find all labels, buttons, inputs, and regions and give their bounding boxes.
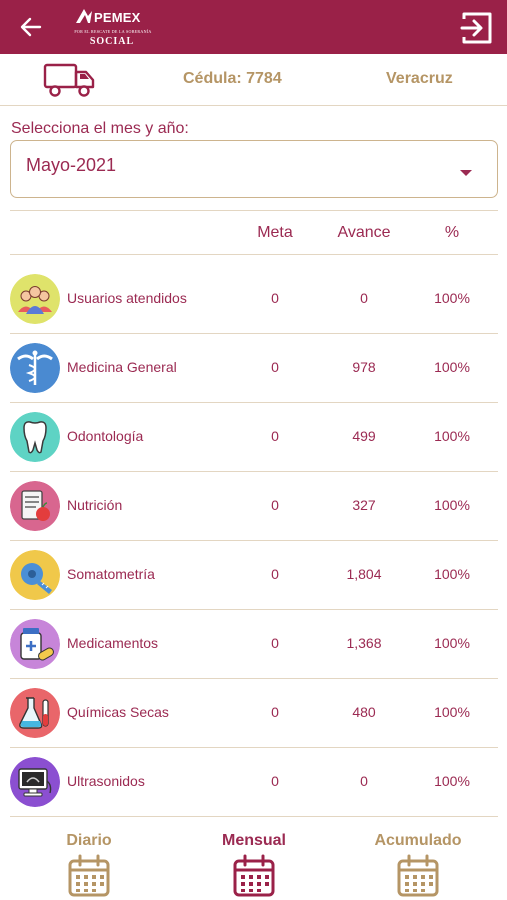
logout-button[interactable] (459, 10, 495, 46)
arrow-left-icon (20, 17, 42, 37)
avance-value: 327 (352, 497, 376, 513)
divider (10, 210, 498, 211)
tab-acumulado[interactable]: Acumulado (353, 832, 483, 898)
bottom-tab-bar: Diario Mensual Acumulado (0, 818, 507, 900)
logo-name: PEMEX (94, 10, 141, 25)
meta-value: 0 (271, 290, 279, 306)
calendar-icon (68, 854, 110, 897)
calendar-icon (397, 854, 439, 897)
month-year-dropdown[interactable]: Mayo-2021 (10, 140, 498, 198)
calendar-icon (233, 854, 275, 897)
percent-value: 100% (434, 428, 470, 444)
column-header-percent: % (444, 224, 460, 241)
row-label: Usuarios atendidos (67, 290, 187, 306)
row-label: Nutrición (67, 497, 123, 513)
avance-value: 480 (352, 704, 376, 720)
avance-value: 1,368 (346, 635, 382, 651)
divider (10, 816, 498, 817)
row-label: Medicamentos (67, 635, 159, 651)
meta-value: 0 (271, 635, 279, 651)
divider (10, 254, 498, 255)
meta-value: 0 (271, 566, 279, 582)
flask-icon (10, 688, 60, 738)
meta-value: 0 (271, 704, 279, 720)
table-row: Químicas Secas 0 480 100% (10, 678, 498, 747)
tab-label: Diario (66, 832, 112, 849)
table-row: Ultrasonidos 0 0 100% (10, 747, 498, 816)
tab-label: Acumulado (374, 832, 462, 849)
percent-value: 100% (434, 635, 470, 651)
cedula-label: Cédula: 7784 (183, 70, 282, 87)
avance-value: 0 (360, 773, 368, 789)
row-label: Químicas Secas (67, 704, 169, 720)
logo-tagline: POR EL RESCATE DE LA SOBERANÍA (74, 29, 152, 34)
table-row: Medicina General 0 978 100% (10, 333, 498, 402)
info-bar: Cédula: 7784 Veracruz (0, 54, 507, 106)
state-label: Veracruz (386, 70, 453, 87)
row-label: Ultrasonidos (67, 773, 145, 789)
column-header-avance: Avance (337, 224, 391, 241)
back-button[interactable] (14, 10, 48, 44)
tab-mensual[interactable]: Mensual (189, 832, 319, 898)
meta-value: 0 (271, 359, 279, 375)
row-label: Medicina General (67, 359, 177, 375)
caret-down-icon (460, 170, 472, 176)
measuring-tape-icon (10, 550, 60, 600)
truck-icon (43, 63, 95, 97)
meta-value: 0 (271, 428, 279, 444)
table-row: Nutrición 0 327 100% (10, 471, 498, 540)
ultrasound-icon (10, 757, 60, 807)
tab-label: Mensual (221, 832, 286, 849)
percent-value: 100% (434, 497, 470, 513)
meta-value: 0 (271, 497, 279, 513)
month-select-label: Selecciona el mes y año: (11, 120, 189, 137)
month-year-value: Mayo-2021 (26, 155, 117, 175)
percent-value: 100% (434, 566, 470, 582)
nutrition-icon (10, 481, 60, 531)
table-row: Medicamentos 0 1,368 100% (10, 609, 498, 678)
avance-value: 978 (352, 359, 376, 375)
table-row: Odontología 0 499 100% (10, 402, 498, 471)
row-label: Somatometría (67, 566, 155, 582)
row-label: Odontología (67, 428, 144, 444)
logo-subtitle: SOCIAL (89, 36, 135, 47)
medicine-icon (10, 619, 60, 669)
users-icon (10, 274, 60, 324)
caduceus-icon (10, 343, 60, 393)
percent-value: 100% (434, 359, 470, 375)
meta-value: 0 (271, 773, 279, 789)
percent-value: 100% (434, 704, 470, 720)
tooth-icon (10, 412, 60, 462)
pemex-social-logo: PEMEX POR EL RESCATE DE LA SOBERANÍA SOC… (68, 5, 156, 49)
table-row: Somatometría 0 1,804 100% (10, 540, 498, 609)
app-header: PEMEX POR EL RESCATE DE LA SOBERANÍA SOC… (0, 0, 507, 54)
column-header-meta: Meta (257, 224, 293, 241)
percent-value: 100% (434, 773, 470, 789)
avance-value: 1,804 (346, 566, 382, 582)
table-row: Usuarios atendidos 0 0 100% (10, 264, 498, 333)
logout-icon (460, 12, 492, 44)
tab-diario[interactable]: Diario (24, 832, 154, 898)
avance-value: 499 (352, 428, 376, 444)
avance-value: 0 (360, 290, 368, 306)
percent-value: 100% (434, 290, 470, 306)
